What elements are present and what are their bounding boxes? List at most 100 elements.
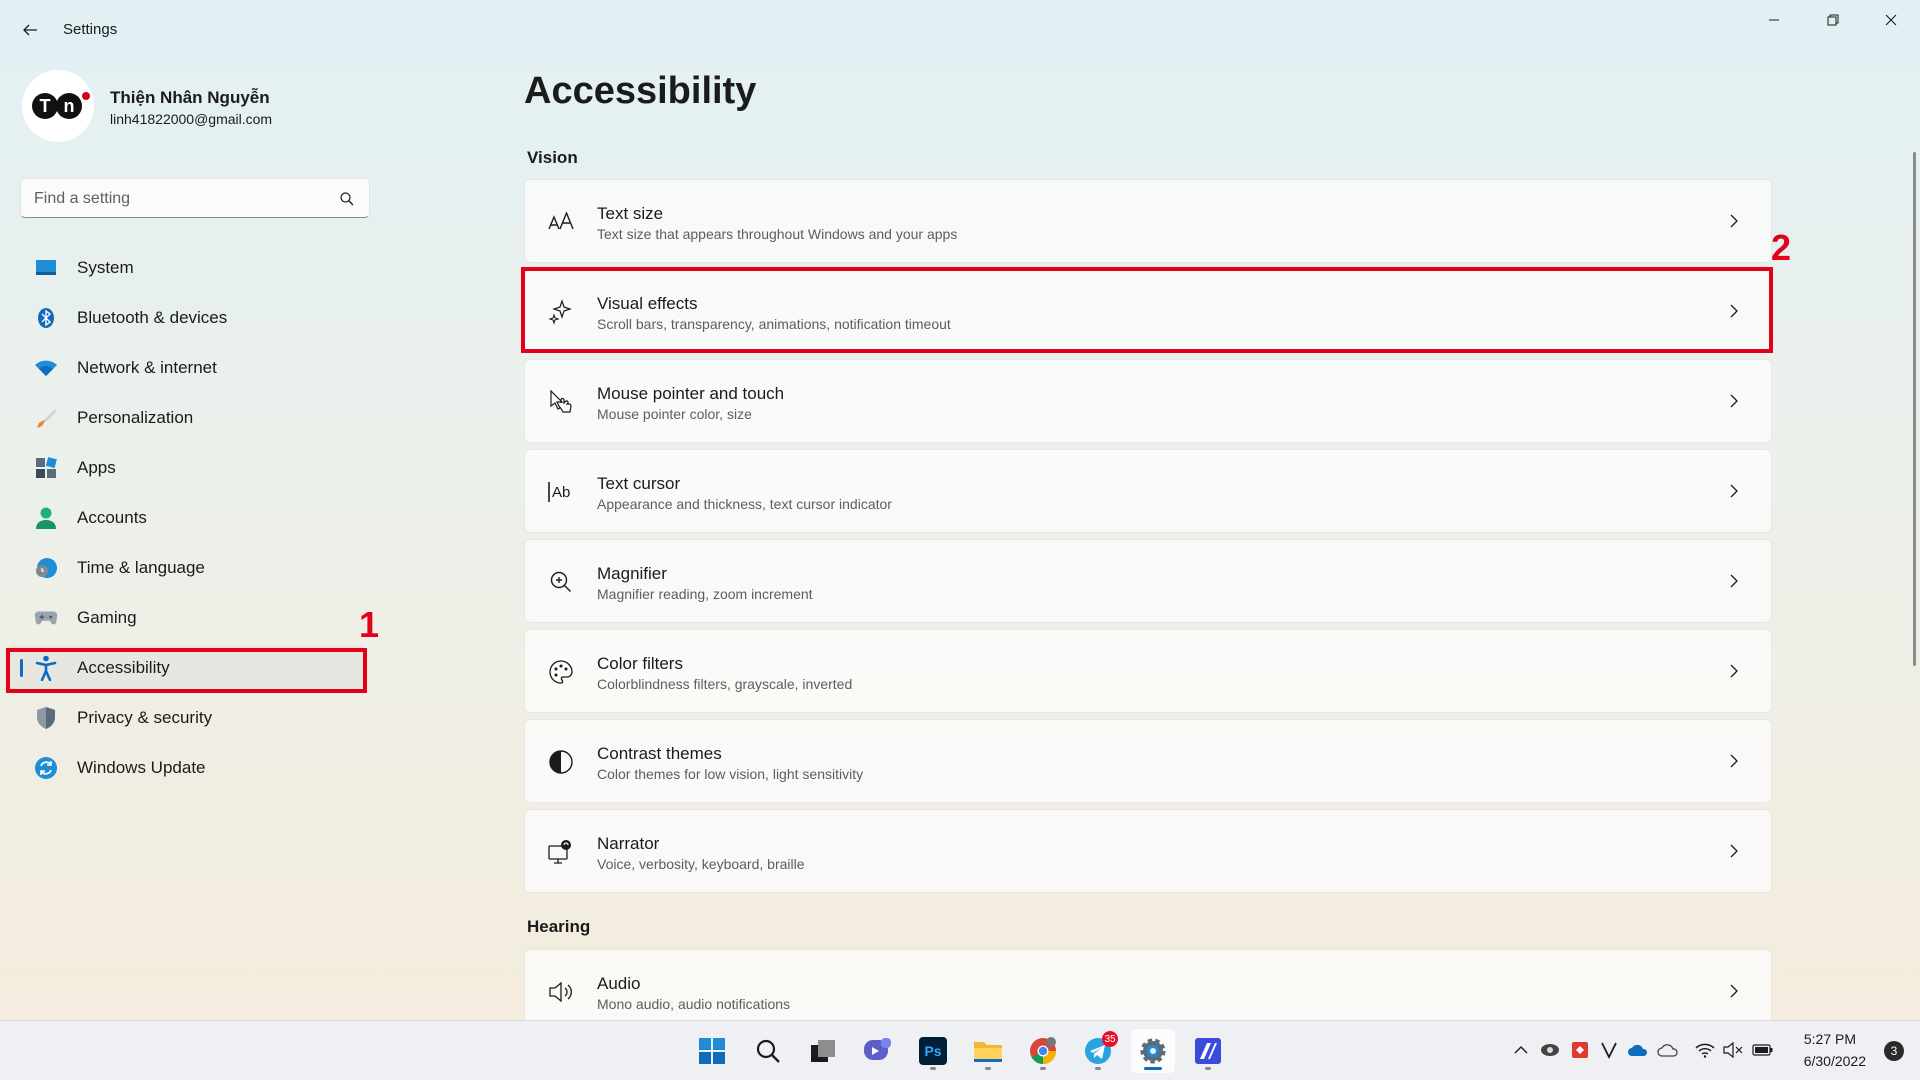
tray-app-icon <box>1541 1044 1559 1056</box>
chevron-right-icon <box>1730 574 1738 588</box>
sidebar-item-system[interactable]: System <box>8 245 364 291</box>
setting-text-size[interactable]: Text size Text size that appears through… <box>524 179 1772 263</box>
battery-charging-icon <box>1752 1044 1773 1056</box>
setting-subtitle: Voice, verbosity, keyboard, braille <box>597 856 805 872</box>
sidebar-item-time-language[interactable]: Time & language <box>8 545 364 591</box>
sidebar-item-windows-update[interactable]: Windows Update <box>8 745 364 791</box>
chrome-icon <box>1030 1037 1057 1065</box>
page-title: Accessibility <box>524 70 757 112</box>
sidebar-item-label: Network & internet <box>77 358 217 377</box>
start-button[interactable] <box>690 1029 734 1073</box>
setting-title: Color filters <box>597 654 683 673</box>
sidebar-nav: System Bluetooth & devices Network & int… <box>8 245 364 795</box>
onedrive-personal-button[interactable] <box>1657 1039 1679 1061</box>
notification-badge: 35 <box>1102 1031 1118 1047</box>
setting-magnifier[interactable]: Magnifier Magnifier reading, zoom increm… <box>524 539 1772 623</box>
clock-time[interactable]: 5:27 PM <box>1804 1031 1856 1047</box>
user-name: Thiện Nhân Nguyễn <box>110 88 270 107</box>
avatar[interactable]: Tn <box>22 70 94 142</box>
section-heading-hearing: Hearing <box>527 917 591 936</box>
task-view-button[interactable] <box>801 1029 845 1073</box>
taskbar-app-settings[interactable] <box>1131 1029 1175 1073</box>
taskbar-app-other[interactable] <box>1186 1029 1230 1073</box>
chat-button[interactable] <box>856 1029 900 1073</box>
volume-button[interactable] <box>1722 1039 1744 1061</box>
tray-app-1[interactable] <box>1539 1039 1561 1061</box>
setting-text-cursor[interactable]: Ab Text cursor Appearance and thickness,… <box>524 449 1772 533</box>
taskbar-app-chrome[interactable] <box>1021 1029 1065 1073</box>
battery-button[interactable] <box>1752 1039 1774 1061</box>
sidebar-item-personalization[interactable]: Personalization <box>8 395 364 441</box>
setting-title: Mouse pointer and touch <box>597 384 785 403</box>
running-indicator <box>1095 1067 1101 1070</box>
clock-globe-icon <box>34 556 58 580</box>
notification-count-badge[interactable]: 3 <box>1884 1041 1904 1061</box>
search-icon[interactable] <box>339 191 355 207</box>
settings-list-hearing: Audio Mono audio, audio notifications <box>524 949 1772 1020</box>
close-icon <box>1885 14 1897 26</box>
app-icon <box>1195 1038 1221 1064</box>
setting-title: Narrator <box>597 834 660 853</box>
start-icon <box>699 1038 725 1064</box>
text-size-icon <box>547 208 575 236</box>
sidebar-item-network[interactable]: Network & internet <box>8 345 364 391</box>
network-button[interactable] <box>1694 1039 1716 1061</box>
title-bar: Settings <box>0 0 1920 60</box>
tray-app-2[interactable] <box>1569 1039 1591 1061</box>
sidebar-item-apps[interactable]: Apps <box>8 445 364 491</box>
sidebar-item-privacy[interactable]: Privacy & security <box>8 695 364 741</box>
sidebar-item-label: Gaming <box>77 608 137 627</box>
running-indicator <box>1205 1067 1211 1070</box>
setting-audio[interactable]: Audio Mono audio, audio notifications <box>524 949 1772 1020</box>
chat-icon <box>864 1038 891 1060</box>
setting-contrast-themes[interactable]: Contrast themes Color themes for low vis… <box>524 719 1772 803</box>
show-hidden-icons-button[interactable] <box>1510 1039 1532 1061</box>
magnifier-icon <box>547 568 575 596</box>
speaker-icon <box>547 978 575 1006</box>
taskbar-app-telegram[interactable]: 35 <box>1076 1029 1120 1073</box>
sidebar-item-label: System <box>77 258 134 277</box>
wifi-icon <box>34 356 58 380</box>
taskbar-search-button[interactable] <box>746 1029 790 1073</box>
wifi-icon <box>1695 1043 1715 1058</box>
cloud-icon <box>1657 1044 1678 1057</box>
onedrive-icon <box>1628 1044 1648 1056</box>
sidebar-item-accounts[interactable]: Accounts <box>8 495 364 541</box>
file-explorer-icon <box>974 1042 1002 1062</box>
setting-subtitle: Text size that appears throughout Window… <box>597 226 958 242</box>
chevron-right-icon <box>1730 214 1738 228</box>
person-icon <box>34 506 58 530</box>
setting-subtitle: Color themes for low vision, light sensi… <box>597 766 864 782</box>
annotation-box-2 <box>521 267 1773 353</box>
setting-narrator[interactable]: Narrator Voice, verbosity, keyboard, bra… <box>524 809 1772 893</box>
search-box[interactable] <box>20 178 370 218</box>
contrast-icon <box>547 748 575 776</box>
clock-date[interactable]: 6/30/2022 <box>1804 1053 1866 1069</box>
sidebar-item-bluetooth[interactable]: Bluetooth & devices <box>8 295 364 341</box>
avatar-dot <box>82 92 90 100</box>
setting-subtitle: Colorblindness filters, grayscale, inver… <box>597 676 853 692</box>
annotation-number-2: 2 <box>1771 227 1792 268</box>
setting-subtitle: Appearance and thickness, text cursor in… <box>597 496 892 512</box>
running-indicator <box>930 1067 936 1070</box>
back-button[interactable] <box>14 16 46 44</box>
setting-mouse-pointer[interactable]: Mouse pointer and touch Mouse pointer co… <box>524 359 1772 443</box>
avatar-initials: Tn <box>32 93 82 119</box>
sidebar-item-gaming[interactable]: Gaming <box>8 595 364 641</box>
setting-title: Text size <box>597 204 664 223</box>
minimize-icon <box>1769 19 1779 21</box>
close-button[interactable] <box>1868 6 1914 34</box>
scrollbar[interactable] <box>1913 152 1916 666</box>
sidebar-item-label: Accounts <box>77 508 147 527</box>
sidebar-item-label: Windows Update <box>77 758 206 777</box>
search-input[interactable] <box>34 188 324 210</box>
taskbar-app-file-explorer[interactable] <box>966 1029 1010 1073</box>
tray-app-3[interactable] <box>1598 1039 1620 1061</box>
onedrive-button[interactable] <box>1627 1039 1649 1061</box>
restore-button[interactable] <box>1810 6 1856 34</box>
setting-title: Contrast themes <box>597 744 722 763</box>
taskbar-app-photoshop[interactable]: Ps <box>911 1029 955 1073</box>
setting-color-filters[interactable]: Color filters Colorblindness filters, gr… <box>524 629 1772 713</box>
minimize-button[interactable] <box>1751 6 1797 34</box>
setting-subtitle: Mono audio, audio notifications <box>597 996 791 1012</box>
